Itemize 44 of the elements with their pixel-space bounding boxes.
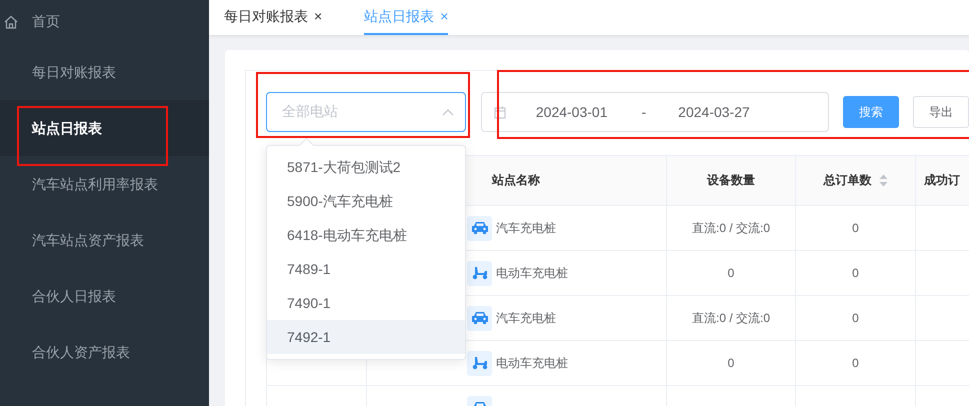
dropdown-option[interactable]: 5871-大荷包测试2 [267, 150, 465, 184]
date-range-field[interactable]: 2024-03-01 - 2024-03-27 [480, 92, 829, 132]
end-date-text: 2024-03-27 [678, 104, 750, 120]
table-cell: 0 [728, 356, 734, 370]
close-icon[interactable]: × [314, 8, 322, 24]
sidebar-menu-item[interactable]: 汽车站点资产报表 [0, 212, 209, 268]
table-cell: 电动车充电桩 [496, 264, 568, 282]
car-icon [467, 216, 492, 240]
range-separator: - [642, 104, 646, 120]
table-cell: 直流:0 / 交流:0 [692, 310, 770, 326]
column-header: 总订单数 [824, 172, 872, 189]
scooter-icon [467, 350, 492, 376]
table-cell: 0 [852, 221, 859, 235]
sidebar-menu-item[interactable]: 合伙人资产报表 [0, 324, 209, 380]
column-header: 成功订 [924, 172, 960, 189]
car-icon [467, 306, 492, 330]
start-date-text: 2024-03-01 [536, 104, 608, 120]
sidebar-menu-item[interactable]: 汽车站点利用率报表 [0, 156, 209, 212]
table-cell: 直流:0 / 交流:0 [692, 220, 770, 236]
dropdown-option[interactable]: 7489-1 [267, 252, 465, 286]
sidebar-menu-item[interactable]: 每日对账报表 [0, 44, 209, 100]
home-icon [4, 15, 18, 29]
table-cell: 汽车充电桩 [496, 220, 556, 236]
table-cell: 0 [852, 311, 859, 325]
column-header: 站点名称 [492, 172, 540, 189]
export-button[interactable]: 导出 [913, 96, 969, 128]
sort-icon[interactable] [878, 174, 888, 187]
table-cell: 0 [852, 356, 859, 370]
home-menu-item[interactable]: 首页 [0, 0, 209, 44]
sidebar-menu-item[interactable]: 站点日报表 [0, 100, 209, 156]
dropdown-option[interactable]: 7490-1 [267, 286, 465, 320]
dropdown-option[interactable]: 6418-电动车充电桩 [267, 218, 465, 252]
column-header: 设备数量 [707, 172, 755, 189]
scooter-icon [467, 260, 492, 286]
dropdown-option[interactable]: 7492-1 [267, 320, 465, 354]
table-cell: 0 [728, 266, 734, 280]
sidebar-menu-item[interactable]: 合伙人日报表 [0, 268, 209, 324]
page-tab[interactable]: 每日对账报表 × [209, 0, 322, 35]
calendar-icon [494, 106, 506, 118]
dropdown-option[interactable]: 5900-汽车充电桩 [267, 184, 465, 218]
table-cell: 0 [852, 266, 859, 280]
table-cell: 汽车充电桩 [496, 310, 556, 326]
table-cell: 电动车充电桩 [496, 354, 568, 372]
caret-icon [442, 108, 454, 116]
